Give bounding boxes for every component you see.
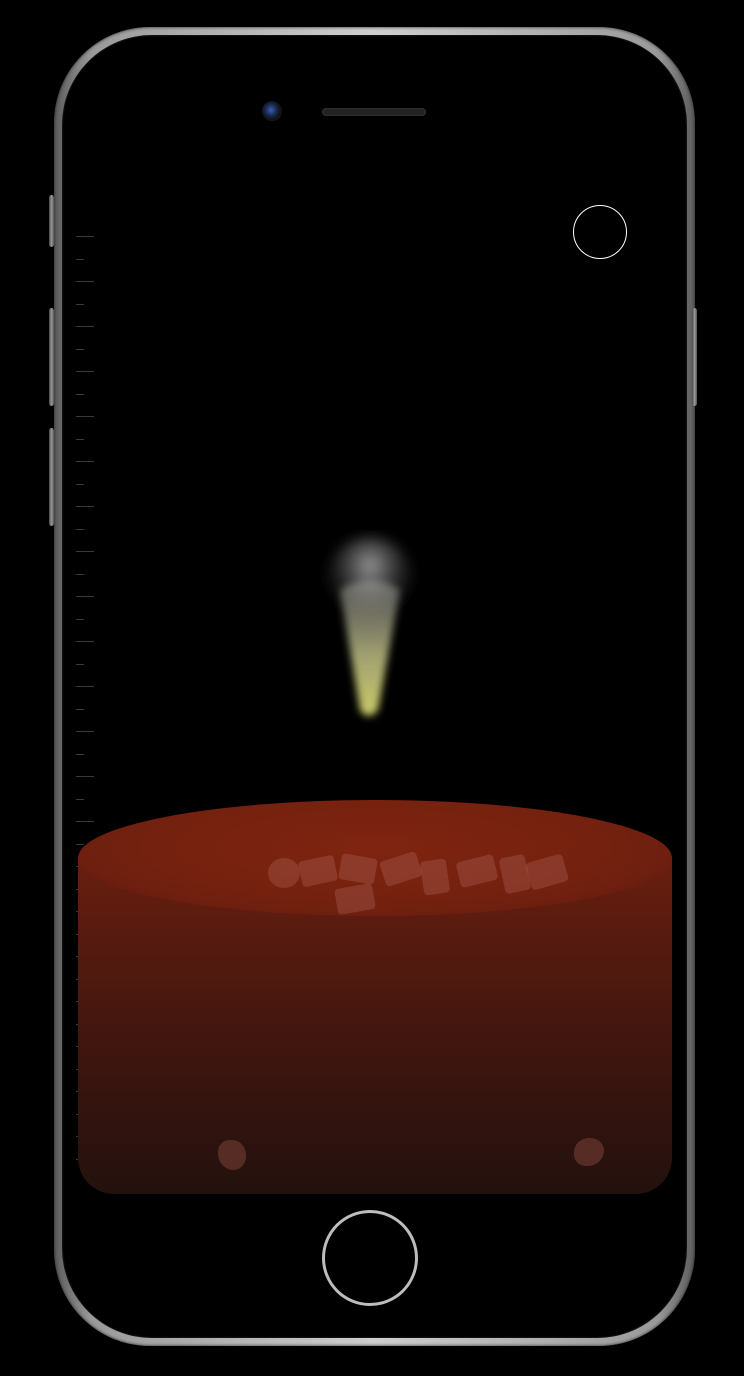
- ruler-tick: [76, 573, 84, 575]
- ruler-tick: [76, 438, 84, 440]
- volume-up-button: [49, 308, 54, 406]
- spray-graphic: [325, 537, 415, 716]
- mute-switch: [49, 195, 54, 247]
- liquid-container: [78, 800, 672, 1194]
- ruler-tick: [76, 686, 94, 687]
- ruler-tick: [76, 618, 84, 620]
- ruler-tick: [76, 731, 94, 732]
- ruler-tick: [76, 708, 84, 710]
- ruler-tick: [76, 641, 94, 642]
- ruler-tick: [76, 393, 84, 395]
- sediment-particle: [218, 1140, 246, 1170]
- ruler-tick: [76, 506, 94, 507]
- ruler-tick: [76, 776, 94, 777]
- ruler-tick: [76, 483, 84, 485]
- ruler-tick: [76, 326, 94, 327]
- power-button: [692, 308, 697, 406]
- ruler-tick: [76, 551, 94, 552]
- ruler-tick: [76, 258, 84, 260]
- home-button[interactable]: [322, 1210, 418, 1306]
- ruler-tick: [76, 528, 84, 530]
- spray-jet: [340, 580, 400, 716]
- spray-stream: [310, 530, 430, 730]
- app-screenshot: [0, 0, 744, 1376]
- ruler-tick: [76, 416, 94, 417]
- ruler-tick: [76, 281, 94, 282]
- ruler-tick: [76, 663, 84, 665]
- volume-down-button: [49, 428, 54, 526]
- ruler-tick: [76, 371, 94, 372]
- front-camera-icon: [262, 101, 282, 121]
- ruler-tick: [76, 348, 84, 350]
- ice-cube: [419, 858, 451, 896]
- record-button[interactable]: [573, 205, 627, 259]
- ruler-tick: [76, 753, 84, 755]
- ruler-tick: [76, 303, 84, 305]
- earpiece-speaker: [322, 108, 426, 116]
- ruler-tick: [76, 236, 94, 237]
- ruler-tick: [76, 461, 94, 462]
- ice-cube: [268, 858, 300, 888]
- ruler-tick: [76, 596, 94, 597]
